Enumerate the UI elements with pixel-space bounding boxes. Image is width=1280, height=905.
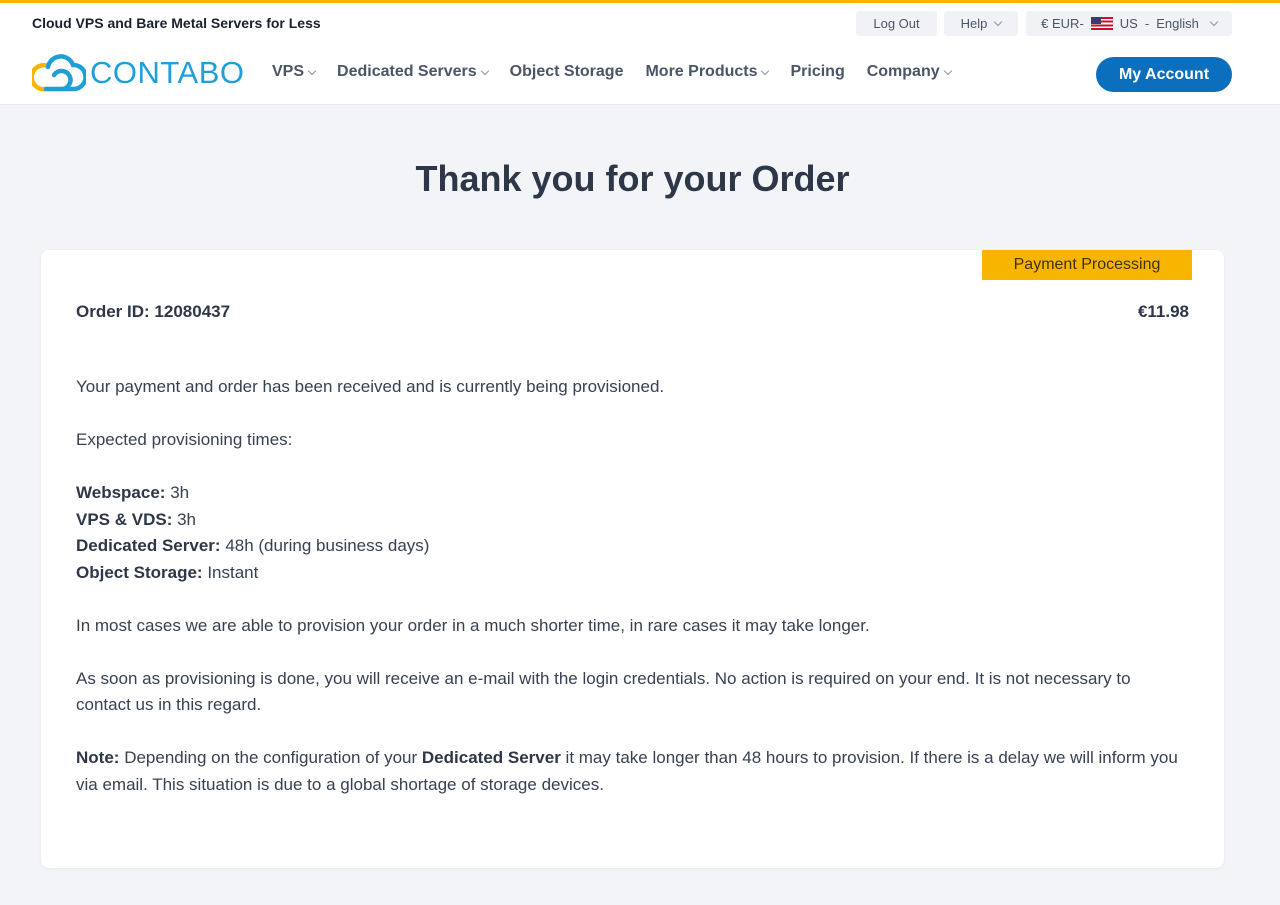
logout-button[interactable]: Log Out — [856, 11, 937, 36]
nav-item-dedicated-servers[interactable]: Dedicated Servers — [337, 63, 489, 81]
time-row-vps: VPS & VDS: 3h — [76, 509, 197, 529]
chevron-down-icon — [943, 66, 952, 76]
us-flag-icon — [1090, 17, 1113, 30]
nav-item-label: Dedicated Servers — [337, 63, 477, 80]
currency-label: € EUR- — [1041, 16, 1084, 31]
nav-item-label: More Products — [645, 63, 758, 80]
help-label: Help — [960, 16, 988, 31]
chevron-down-icon — [480, 66, 489, 76]
chevron-down-icon — [761, 66, 770, 76]
country-label: US — [1119, 16, 1138, 31]
order-total: €11.98 — [1137, 302, 1189, 321]
email-text: As soon as provisioning is done, you wil… — [76, 668, 1131, 715]
language-label: English — [1156, 16, 1199, 31]
locale-selector[interactable]: € EUR- US - English — [1026, 11, 1232, 36]
time-row-webspace: Webspace: 3h — [76, 483, 190, 502]
order-card: Payment Processing Order ID: 12080437 €1… — [41, 250, 1224, 868]
order-message: Your payment and order has been received… — [76, 374, 1186, 825]
order-id: Order ID: 12080437 — [76, 302, 230, 322]
nav-item-label: Pricing — [790, 63, 845, 80]
help-dropdown[interactable]: Help — [944, 11, 1018, 36]
nav-item-vps[interactable]: VPS — [272, 63, 317, 81]
note-text: Note: Depending on the configuration of … — [76, 745, 1186, 798]
nav-item-label: Object Storage — [509, 63, 624, 80]
nav-item-pricing[interactable]: Pricing — [790, 63, 844, 81]
note-label: Note: — [76, 748, 120, 767]
site-tagline: Cloud VPS and Bare Metal Servers for Les… — [32, 15, 321, 31]
page-title: Thank you for your Order — [415, 158, 850, 199]
note-bold: Dedicated Server — [421, 748, 561, 767]
nav-item-company[interactable]: Company — [866, 63, 952, 81]
chevron-down-icon — [994, 17, 1003, 26]
nav-item-label: Company — [866, 63, 940, 80]
locale-separator: - — [1144, 16, 1150, 31]
expected-heading: Expected provisioning times: — [76, 430, 293, 449]
site-header: Cloud VPS and Bare Metal Servers for Les… — [0, 3, 1280, 105]
main-nav: VPS Dedicated Servers Object Storage Mor… — [272, 63, 973, 81]
contabo-logo[interactable]: CONTABO — [32, 51, 245, 95]
time-row-object-storage: Object Storage: Instant — [76, 562, 259, 582]
logout-label: Log Out — [873, 16, 920, 31]
most-cases-text: In most cases we are able to provision y… — [76, 615, 870, 635]
provisioning-times: Webspace: 3h VPS & VDS: 3h Dedicated Ser… — [76, 480, 1186, 586]
logo-wordmark: CONTABO — [90, 55, 245, 90]
order-id-value: 12080437 — [154, 302, 231, 321]
received-text: Your payment and order has been received… — [76, 377, 665, 396]
status-badge: Payment Processing — [982, 250, 1192, 280]
time-row-dedicated: Dedicated Server: 48h (during business d… — [76, 536, 430, 555]
nav-item-more-products[interactable]: More Products — [645, 63, 770, 81]
chevron-down-icon — [1209, 17, 1219, 26]
my-account-button[interactable]: My Account — [1096, 57, 1232, 92]
nav-item-object-storage[interactable]: Object Storage — [510, 63, 624, 81]
note-pre: Depending on the configuration of your — [124, 748, 418, 767]
order-id-label: Order ID: — [76, 302, 150, 321]
nav-item-label: VPS — [272, 63, 305, 80]
chevron-down-icon — [307, 66, 317, 76]
cloud-logo-icon — [32, 54, 86, 92]
